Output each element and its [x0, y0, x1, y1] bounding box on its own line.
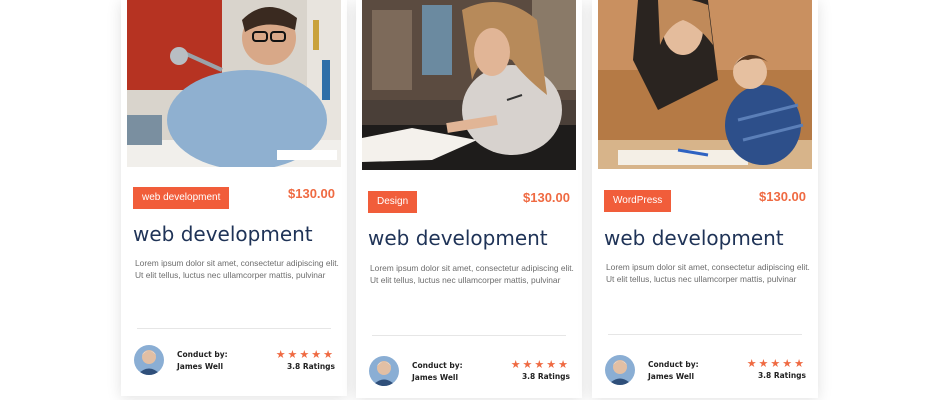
card-divider: [372, 335, 566, 336]
card-divider: [137, 328, 331, 329]
course-image[interactable]: [362, 0, 576, 170]
ratings-count: 3.8 Ratings: [521, 372, 570, 381]
category-tag[interactable]: Design: [368, 191, 418, 213]
conduct-label: Conduct by:: [412, 361, 463, 370]
star-rating: ★★★★★: [746, 358, 806, 370]
instructor-name: James Well: [412, 373, 459, 382]
ratings-count: 3.8 Ratings: [286, 362, 335, 371]
star-rating: ★★★★★: [510, 359, 570, 371]
avatar: [134, 345, 164, 375]
course-card[interactable]: WordPress $130.00 web development Lorem …: [592, 0, 818, 398]
course-description: Lorem ipsum dolor sit amet, consectetur …: [135, 258, 339, 280]
avatar: [605, 355, 635, 385]
category-tag[interactable]: web development: [133, 187, 230, 209]
course-title[interactable]: web development: [133, 222, 313, 246]
course-card[interactable]: Design $130.00 web development Lorem ips…: [356, 0, 582, 398]
conduct-label: Conduct by:: [177, 350, 228, 359]
card-divider: [608, 334, 802, 335]
star-rating: ★★★★★: [275, 349, 335, 361]
course-image[interactable]: [127, 0, 341, 167]
course-title[interactable]: web development: [368, 226, 548, 250]
course-price: $130.00: [523, 190, 570, 205]
conduct-info: Conduct by: James Well: [177, 349, 228, 373]
avatar: [369, 356, 399, 386]
instructor-name: James Well: [648, 372, 695, 381]
course-price: $130.00: [288, 186, 335, 201]
category-tag[interactable]: WordPress: [604, 190, 672, 212]
course-description: Lorem ipsum dolor sit amet, consectetur …: [370, 263, 574, 285]
course-price: $130.00: [759, 189, 806, 204]
conduct-info: Conduct by: James Well: [648, 359, 699, 383]
conduct-info: Conduct by: James Well: [412, 360, 463, 384]
course-title[interactable]: web development: [604, 226, 784, 250]
ratings-count: 3.8 Ratings: [757, 371, 806, 380]
course-image[interactable]: [598, 0, 812, 169]
course-card[interactable]: web development $130.00 web development …: [121, 0, 347, 396]
conduct-label: Conduct by:: [648, 360, 699, 369]
instructor-name: James Well: [177, 362, 224, 371]
course-description: Lorem ipsum dolor sit amet, consectetur …: [606, 262, 810, 284]
